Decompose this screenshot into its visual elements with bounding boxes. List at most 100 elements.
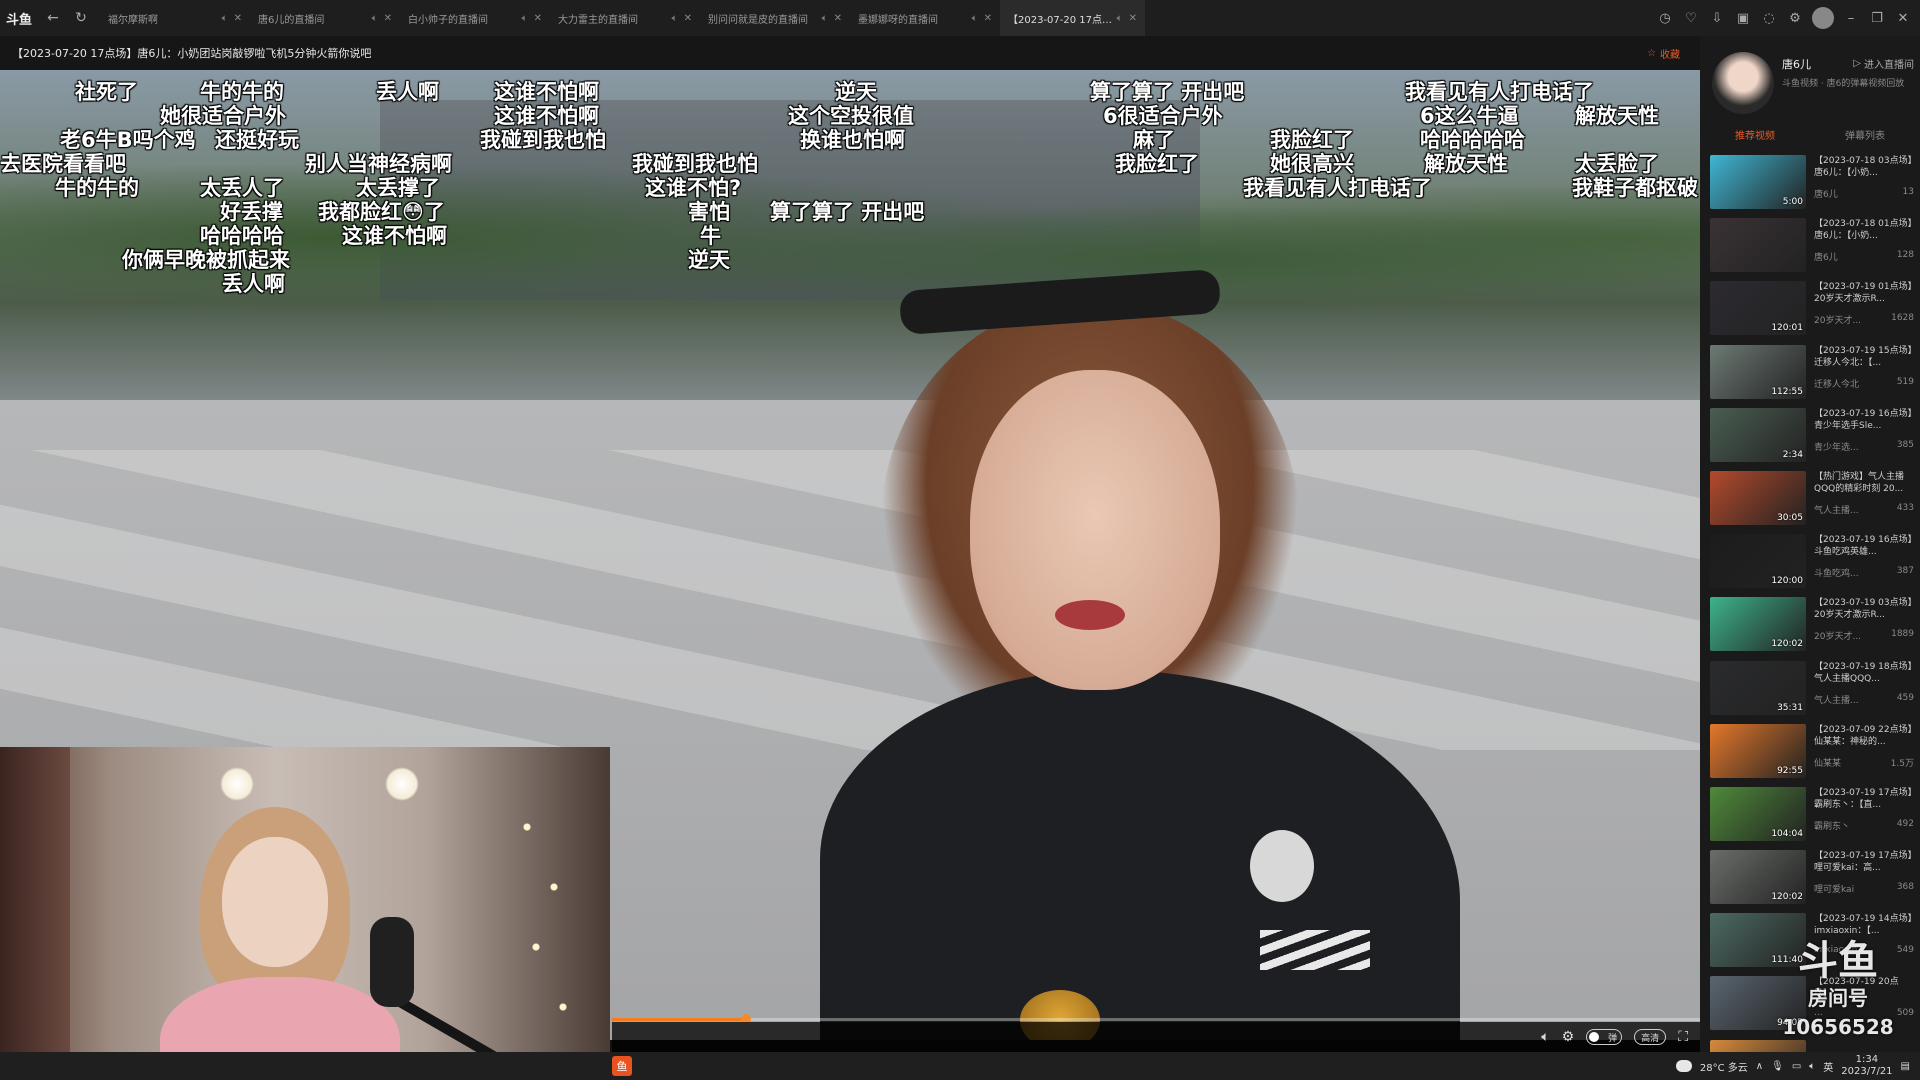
- fullscreen-icon[interactable]: ⛶: [1678, 1029, 1688, 1045]
- tab-audio-icon[interactable]: 🔈︎: [822, 13, 828, 24]
- weather-text[interactable]: 28°C 多云: [1700, 1059, 1748, 1074]
- video-thumbnail[interactable]: 120:02: [1710, 850, 1806, 905]
- volume-icon[interactable]: 🔈︎: [1541, 1029, 1549, 1045]
- mic-tray-icon[interactable]: 🎙︎: [1771, 1061, 1784, 1072]
- video-author[interactable]: 20岁天才...: [1814, 629, 1861, 642]
- tab-audio-icon[interactable]: 🔈︎: [222, 13, 228, 24]
- danmaku-toggle[interactable]: 弹: [1586, 1029, 1623, 1045]
- tab-audio-icon[interactable]: 🔈︎: [972, 13, 978, 24]
- message-icon[interactable]: ◌: [1760, 9, 1778, 27]
- download-icon[interactable]: ⇩: [1708, 9, 1726, 27]
- settings-icon[interactable]: ⚙: [1786, 9, 1804, 27]
- refresh-icon[interactable]: ↻: [70, 7, 92, 29]
- video-thumbnail[interactable]: 5:00: [1710, 155, 1806, 209]
- video-title-text[interactable]: 【2023-07-19 01点场】20岁天才激示R...: [1814, 281, 1914, 305]
- favorite-icon[interactable]: ♡: [1682, 9, 1700, 27]
- browser-tab[interactable]: 唐6儿的直播间 🔈︎ ✕: [250, 0, 400, 36]
- tab-close-icon[interactable]: ✕: [534, 13, 542, 24]
- video-title-text[interactable]: 【2023-07-19 14点场】imxiaoxin：【...: [1814, 913, 1914, 937]
- video-title-text[interactable]: 【2023-07-19 17点场】霸刷东丶：【直...: [1814, 787, 1914, 811]
- collect-button[interactable]: ☆ 收藏: [1647, 46, 1680, 61]
- tab-audio-icon[interactable]: 🔈︎: [672, 13, 678, 24]
- video-title-text[interactable]: 【2023-07-18 03点场】唐6儿：【小奶...: [1814, 155, 1914, 179]
- tab-audio-icon[interactable]: 🔈︎: [372, 13, 378, 24]
- video-thumbnail[interactable]: 92:55: [1710, 723, 1806, 778]
- notification-icon[interactable]: ▤: [1901, 1061, 1910, 1072]
- video-title-text[interactable]: 【2023-07-19 16点场】斗鱼吃鸡英雄...: [1814, 534, 1914, 558]
- video-title-text[interactable]: 【2023-07-19 18点场】气人主播QQQ...: [1814, 661, 1914, 685]
- douyu-app-icon[interactable]: 鱼: [612, 1056, 632, 1076]
- browser-tab[interactable]: 福尔摩斯啊 🔈︎ ✕: [100, 0, 250, 36]
- video-thumbnail[interactable]: 120:02: [1710, 597, 1806, 652]
- minimize-icon[interactable]: –: [1842, 9, 1860, 27]
- tab-audio-icon[interactable]: 🔈︎: [522, 13, 528, 24]
- ime-indicator[interactable]: 英: [1823, 1059, 1833, 1074]
- video-title-text[interactable]: 【2023-07-19 15点场】迁移人今北：【...: [1814, 345, 1914, 369]
- video-author[interactable]: 青少年选...: [1814, 440, 1859, 453]
- video-thumbnail[interactable]: [1710, 1039, 1806, 1052]
- video-thumbnail[interactable]: 112:55: [1710, 344, 1806, 399]
- video-author[interactable]: 唐6儿: [1814, 187, 1838, 200]
- video-thumbnail[interactable]: 104:04: [1710, 786, 1806, 841]
- video-author[interactable]: 迁移人今北: [1814, 377, 1859, 390]
- recommended-video[interactable]: 2:34 【2023-07-19 16点场】青少年选手Sle... 青少年选... 3…: [1700, 405, 1920, 468]
- video-title-text[interactable]: 【2023-07-19 03点场】20岁天才激示R...: [1814, 597, 1914, 621]
- video-thumbnail[interactable]: 2:34: [1710, 407, 1806, 462]
- tab-close-icon[interactable]: ✕: [984, 13, 992, 24]
- video-title-text[interactable]: 【热门游戏】气人主播QQQ的精彩时刻 20...: [1814, 471, 1914, 495]
- user-avatar[interactable]: [1812, 7, 1834, 29]
- video-title-text[interactable]: 【2023-07-09 22点场】仙某某：神秘的...: [1814, 724, 1914, 748]
- video-thumbnail[interactable]: 120:00: [1710, 534, 1806, 589]
- video-author[interactable]: 唐6儿: [1814, 250, 1838, 263]
- video-thumbnail[interactable]: 35:31: [1710, 660, 1806, 715]
- tab-close-icon[interactable]: ✕: [384, 13, 392, 24]
- video-author[interactable]: 斗鱼吃鸡...: [1814, 566, 1859, 579]
- video-author[interactable]: 霸刷东丶: [1814, 819, 1850, 832]
- recommended-video[interactable]: 92:55 【2023-07-09 22点场】仙某某：神秘的... 仙某某 1.5万: [1700, 721, 1920, 784]
- tab-close-icon[interactable]: ✕: [234, 13, 242, 24]
- video-author[interactable]: 气人主播...: [1814, 693, 1859, 706]
- recommended-video[interactable]: 112:55 【2023-07-19 15点场】迁移人今北：【... 迁移人今北 51…: [1700, 342, 1920, 405]
- gift-icon[interactable]: ▣: [1734, 9, 1752, 27]
- tab-recommended[interactable]: 推荐视频: [1700, 124, 1810, 150]
- enter-room-button[interactable]: ▷ 进入直播间: [1853, 56, 1914, 71]
- host-name[interactable]: 唐6儿: [1782, 56, 1811, 72]
- progress-bar[interactable]: [612, 1014, 1700, 1024]
- video-title-text[interactable]: [1814, 1040, 1914, 1052]
- history-icon[interactable]: ◷: [1656, 9, 1674, 27]
- video-author[interactable]: 20岁天才...: [1814, 313, 1861, 326]
- tab-close-icon[interactable]: ✕: [684, 13, 692, 24]
- video-title-text[interactable]: 【2023-07-19 16点场】青少年选手Sle...: [1814, 408, 1914, 432]
- tab-audio-icon[interactable]: 🔈︎: [1117, 13, 1123, 24]
- recommended-video[interactable]: 120:00 【2023-07-19 16点场】斗鱼吃鸡英雄... 斗鱼吃鸡... 3…: [1700, 531, 1920, 594]
- pip-camera[interactable]: [0, 747, 610, 1080]
- recommended-video[interactable]: 【2023-07-18 01点场】唐6儿：【小奶... 唐6儿 128: [1700, 215, 1920, 278]
- back-icon[interactable]: ←: [42, 7, 64, 29]
- video-title-text[interactable]: 【2023-07-18 01点场】唐6儿：【小奶...: [1814, 218, 1914, 242]
- recommended-video[interactable]: 120:02 【2023-07-19 03点场】20岁天才激示R... 20岁天才.…: [1700, 594, 1920, 657]
- video-thumbnail[interactable]: 30:05: [1710, 470, 1806, 525]
- recommended-video[interactable]: 120:02 【2023-07-19 17点场】哩可爱kai：高... 哩可爱kai…: [1700, 847, 1920, 910]
- recommended-video[interactable]: 35:31 【2023-07-19 18点场】气人主播QQQ... 气人主播... 4…: [1700, 658, 1920, 721]
- restore-icon[interactable]: ❐: [1868, 9, 1886, 27]
- quality-button[interactable]: 高清: [1634, 1029, 1667, 1045]
- browser-tab[interactable]: 【2023-07-20 17点场】... 🔈︎ ✕: [1000, 0, 1145, 36]
- video-author[interactable]: 哩可爱kai: [1814, 882, 1854, 895]
- video-author[interactable]: 气人主播...: [1814, 503, 1859, 516]
- tab-close-icon[interactable]: ✕: [834, 13, 842, 24]
- video-author[interactable]: 仙某某: [1814, 756, 1841, 769]
- tab-close-icon[interactable]: ✕: [1129, 13, 1137, 24]
- recommended-video[interactable]: 5:00 【2023-07-18 03点场】唐6儿：【小奶... 唐6儿 13: [1700, 152, 1920, 215]
- video-thumbnail[interactable]: 120:01: [1710, 281, 1806, 336]
- browser-tab[interactable]: 墨娜娜呀的直播间 🔈︎ ✕: [850, 0, 1000, 36]
- speaker-icon[interactable]: 🔈︎: [1809, 1061, 1815, 1072]
- browser-tab[interactable]: 大力雷主的直播间 🔈︎ ✕: [550, 0, 700, 36]
- video-thumbnail[interactable]: [1710, 218, 1806, 273]
- host-avatar[interactable]: [1712, 52, 1774, 114]
- close-icon[interactable]: ✕: [1894, 9, 1912, 27]
- video-title-text[interactable]: 【2023-07-19 17点场】哩可爱kai：高...: [1814, 850, 1914, 874]
- clock[interactable]: 1:34 2023/7/21: [1841, 1054, 1892, 1078]
- tab-danmaku-list[interactable]: 弹幕列表: [1810, 124, 1920, 150]
- recommended-video[interactable]: 30:05 【热门游戏】气人主播QQQ的精彩时刻 20... 气人主播... 433: [1700, 468, 1920, 531]
- player-settings-icon[interactable]: ⚙: [1562, 1029, 1575, 1045]
